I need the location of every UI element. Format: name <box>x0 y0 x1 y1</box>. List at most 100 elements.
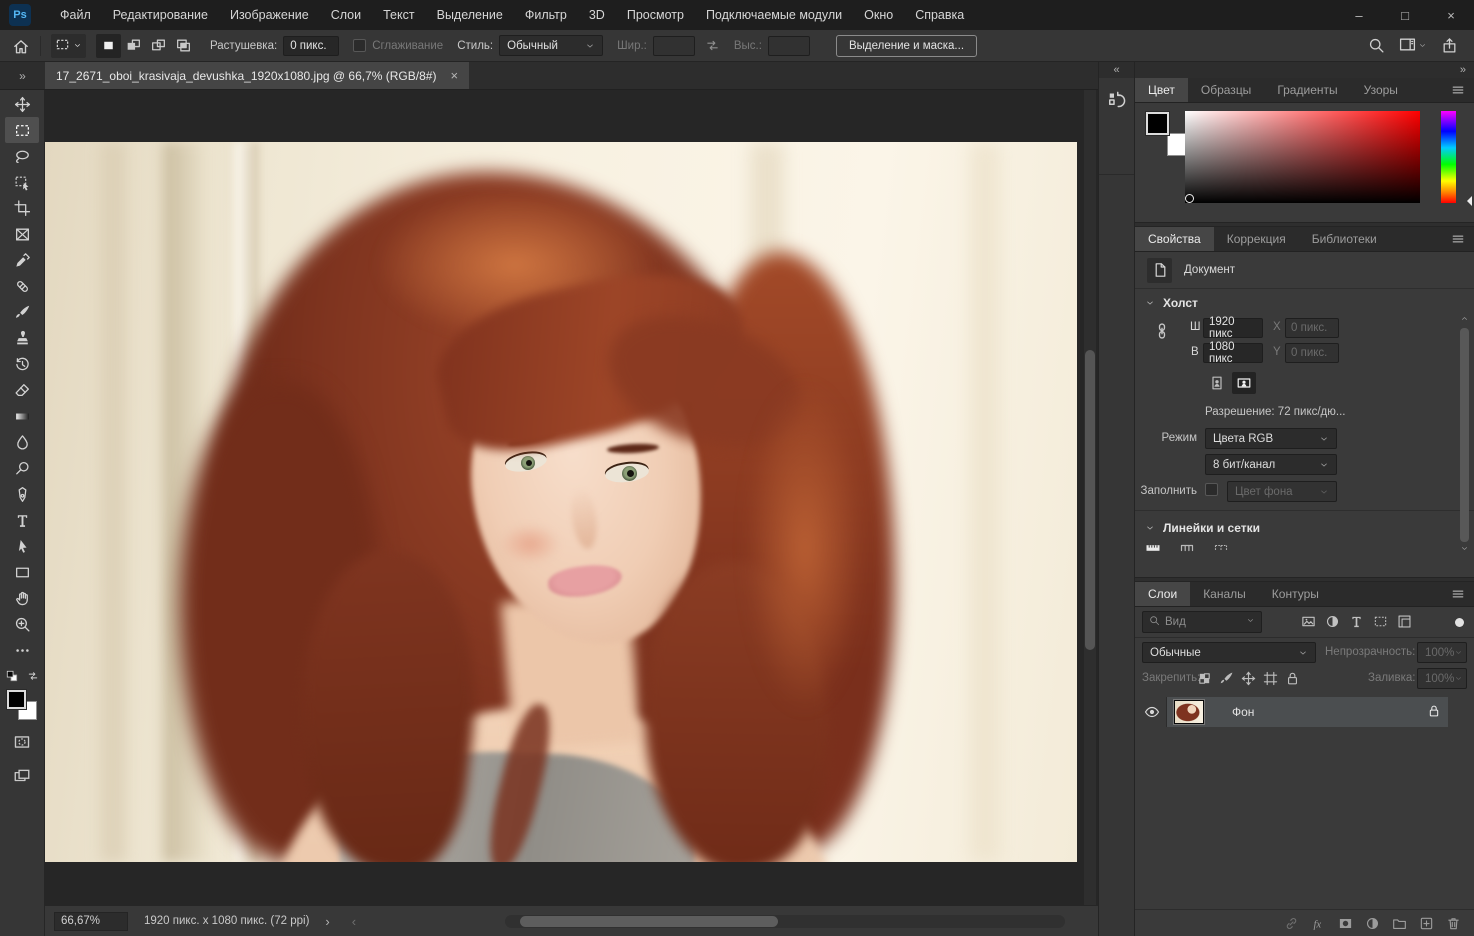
close-button[interactable]: × <box>1428 0 1474 30</box>
menu-item-12[interactable]: Справка <box>904 0 975 30</box>
add-mask[interactable] <box>1338 916 1353 931</box>
tab-Свойства[interactable]: Свойства <box>1135 227 1214 251</box>
bit-depth-select[interactable]: 8 бит/канал <box>1205 454 1337 475</box>
minimize-button[interactable]: – <box>1336 0 1382 30</box>
tab-Слои[interactable]: Слои <box>1135 582 1190 606</box>
properties-scrollbar[interactable] <box>1459 314 1470 569</box>
gradient-tool[interactable] <box>5 403 39 429</box>
layer-name[interactable]: Фон <box>1232 697 1254 727</box>
close-tab-icon[interactable]: × <box>450 68 458 83</box>
scroll-left-icon[interactable]: ‹ <box>352 914 356 929</box>
crop-tool[interactable] <box>5 195 39 221</box>
menu-item-8[interactable]: 3D <box>578 0 616 30</box>
shape-tool[interactable] <box>5 559 39 585</box>
type-tool[interactable] <box>5 507 39 533</box>
canvas-width-input[interactable]: 1920 пикс <box>1203 318 1263 338</box>
history-panel-icon[interactable] <box>1103 86 1131 114</box>
zoom-level-field[interactable]: 66,67% <box>54 912 128 931</box>
lock-artboard[interactable] <box>1263 671 1278 686</box>
ruler[interactable] <box>1145 540 1161 556</box>
layer-thumbnail[interactable] <box>1174 700 1204 724</box>
search-icon[interactable] <box>1368 37 1385 54</box>
vertical-scrollbar-thumb[interactable] <box>1085 350 1095 650</box>
object-selection-tool[interactable] <box>5 169 39 195</box>
panel-menu-icon[interactable] <box>1442 78 1474 102</box>
history-brush-tool[interactable] <box>5 351 39 377</box>
saturation-brightness-field[interactable] <box>1185 111 1420 203</box>
eyedropper-tool[interactable] <box>5 247 39 273</box>
home-icon[interactable] <box>12 37 30 55</box>
tab-Цвет[interactable]: Цвет <box>1135 78 1188 102</box>
rectangular-marquee-tool[interactable] <box>5 117 39 143</box>
select-and-mask-button[interactable]: Выделение и маска... <box>836 35 977 57</box>
swap-dimensions-icon[interactable] <box>705 38 720 53</box>
vertical-scrollbar[interactable] <box>1084 90 1096 905</box>
lock-transparency[interactable] <box>1197 671 1212 686</box>
scroll-down-icon[interactable] <box>1460 544 1469 556</box>
layer-lock-icon[interactable] <box>1427 704 1441 721</box>
move-tool[interactable] <box>5 91 39 117</box>
adjustment-filter[interactable] <box>1325 614 1340 629</box>
rulers-section-header[interactable]: Линейки и сетки <box>1135 514 1260 538</box>
properties-scrollbar-thumb[interactable] <box>1460 328 1469 542</box>
brush-tool[interactable] <box>5 299 39 325</box>
healing-brush-tool[interactable] <box>5 273 39 299</box>
horizontal-scrollbar-thumb[interactable] <box>520 916 778 927</box>
menu-item-7[interactable]: Фильтр <box>514 0 578 30</box>
tab-Образцы[interactable]: Образцы <box>1188 78 1264 102</box>
share-icon[interactable] <box>1441 37 1458 54</box>
document-tab[interactable]: 17_2671_oboi_krasivaja_devushka_1920x108… <box>45 62 469 89</box>
quick-mask-button[interactable] <box>5 729 39 755</box>
menu-item-10[interactable]: Подключаемые модули <box>695 0 853 30</box>
expand-toolbox-icon[interactable]: » <box>0 62 45 89</box>
eraser-tool[interactable] <box>5 377 39 403</box>
scroll-up-icon[interactable] <box>1460 314 1469 326</box>
blur-tool[interactable] <box>5 429 39 455</box>
layer-row-background[interactable]: Фон <box>1135 697 1474 727</box>
menu-item-5[interactable]: Текст <box>372 0 425 30</box>
new-adjustment[interactable] <box>1365 916 1380 931</box>
foreground-color-swatch[interactable] <box>1146 112 1169 135</box>
menu-item-3[interactable]: Изображение <box>219 0 320 30</box>
current-tool-preview[interactable] <box>51 34 86 58</box>
tab-Узоры[interactable]: Узоры <box>1351 78 1411 102</box>
zoom-tool[interactable] <box>5 611 39 637</box>
panel-menu-icon[interactable] <box>1442 582 1474 606</box>
menu-item-4[interactable]: Слои <box>320 0 372 30</box>
delete-layer[interactable] <box>1446 916 1461 931</box>
swap-colors-icon[interactable] <box>27 670 39 685</box>
layer-style[interactable]: fx <box>1311 916 1326 931</box>
subtract-from-selection-mode[interactable] <box>146 34 171 58</box>
image-filter[interactable] <box>1301 614 1316 629</box>
color-cursor[interactable] <box>1185 194 1194 203</box>
feather-input[interactable]: 0 пикс. <box>283 36 339 56</box>
dodge-tool[interactable] <box>5 455 39 481</box>
default-colors-icon[interactable] <box>5 669 19 686</box>
new-layer[interactable] <box>1419 916 1434 931</box>
portrait-orientation-button[interactable] <box>1205 372 1229 394</box>
pen-tool[interactable] <box>5 481 39 507</box>
lock-pixels[interactable] <box>1219 671 1234 686</box>
link-layers[interactable] <box>1284 916 1299 931</box>
tab-Библиотеки[interactable]: Библиотеки <box>1299 227 1390 251</box>
tab-Контуры[interactable]: Контуры <box>1259 582 1332 606</box>
vector-mask-filter[interactable] <box>1373 614 1388 629</box>
lock-position[interactable] <box>1241 671 1256 686</box>
blend-mode-select[interactable]: Обычные <box>1142 642 1316 663</box>
path-selection-tool[interactable] <box>5 533 39 559</box>
horizontal-scrollbar[interactable] <box>505 915 1065 928</box>
layer-filter-select[interactable]: Вид <box>1142 611 1262 633</box>
menu-item-1[interactable]: Файл <box>49 0 102 30</box>
hue-slider[interactable] <box>1441 111 1456 203</box>
intersect-selection-mode[interactable] <box>171 34 196 58</box>
filter-toggle[interactable] <box>1455 618 1464 627</box>
grid-cols[interactable] <box>1179 540 1195 556</box>
frame-tool[interactable] <box>5 221 39 247</box>
collapse-panels-icon[interactable]: » <box>1135 62 1474 78</box>
lasso-tool[interactable] <box>5 143 39 169</box>
hue-slider-arrow[interactable] <box>1462 196 1472 206</box>
workspace-switcher[interactable] <box>1399 36 1427 56</box>
collapse-dock-icon[interactable]: « <box>1099 62 1134 78</box>
smoothing-checkbox[interactable]: Сглаживание <box>353 39 443 52</box>
style-select[interactable]: Обычный <box>499 35 603 56</box>
